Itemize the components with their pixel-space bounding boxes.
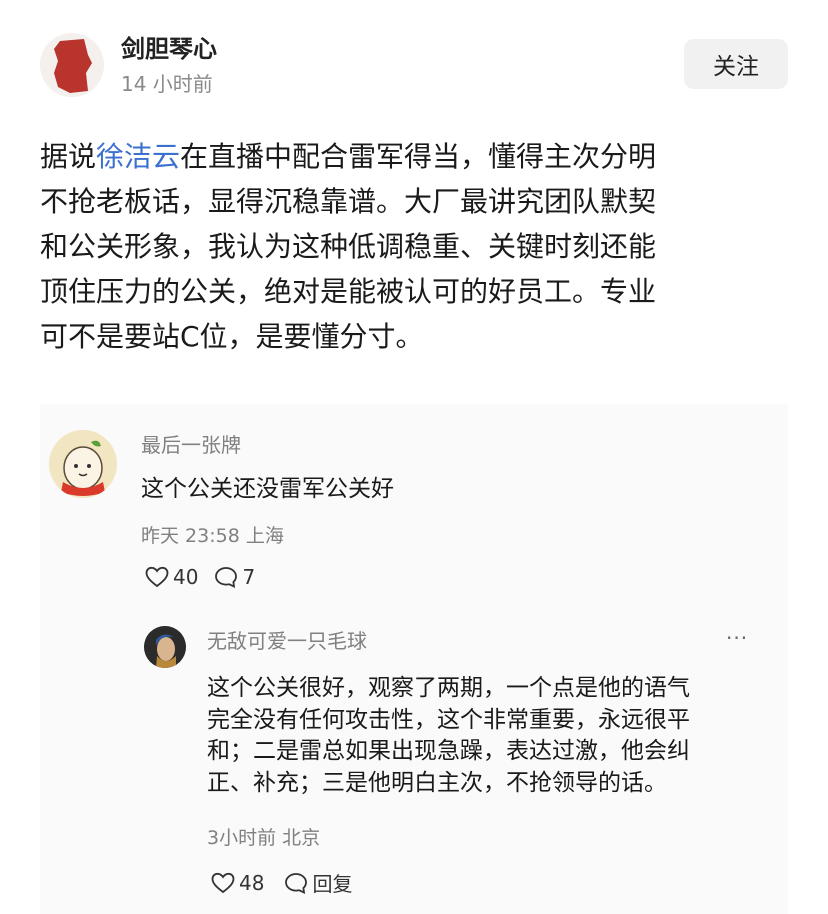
comment-bubble-icon [285,872,308,894]
author-avatar[interactable] [40,33,104,97]
replier-avatar[interactable] [144,626,186,668]
heart-icon [145,566,169,588]
comment-reply-button[interactable]: 7 [214,565,255,589]
comment-reply-count: 7 [242,565,256,589]
post-timestamp: 14 小时前 [121,72,213,96]
comment-like-count: 40 [173,565,199,589]
comment-bubble-icon [215,567,238,588]
post-body: 据说徐洁云在直播中配合雷军得当，懂得主次分明 不抢老板话，显得沉稳靠谱。大厂最讲… [40,134,800,359]
reply-actions: 48 回复 [211,868,352,897]
commenter-name[interactable]: 最后一张牌 [141,432,241,458]
heart-icon [211,872,235,893]
reply-button-label: 回复 [312,872,353,896]
reply-text: 这个公关很好，观察了两期，一个点是他的语气 完全没有任何攻击性，这个非常重要，永… [207,675,690,796]
follow-button[interactable]: 关注 [684,39,788,89]
mention-link[interactable]: 徐洁云 [96,140,180,173]
commenter-avatar[interactable] [49,430,117,498]
post-body-prefix: 据说 [40,140,97,173]
comment-meta: 昨天 23:58 上海 [141,525,284,547]
author-name[interactable]: 剑胆琴心 [121,34,217,64]
reply-button[interactable]: 回复 [284,868,352,897]
reply-like-button[interactable]: 48 [211,871,264,895]
reply-like-count: 48 [239,870,265,895]
replier-name[interactable]: 无敌可爱一只毛球 [207,628,367,654]
more-options-button[interactable]: ··· [726,626,748,650]
comment-text: 这个公关还没雷军公关好 [141,476,394,502]
reply-meta: 3小时前 北京 [207,827,321,849]
comment-actions: 40 7 [145,565,255,589]
comment-like-button[interactable]: 40 [145,565,198,589]
